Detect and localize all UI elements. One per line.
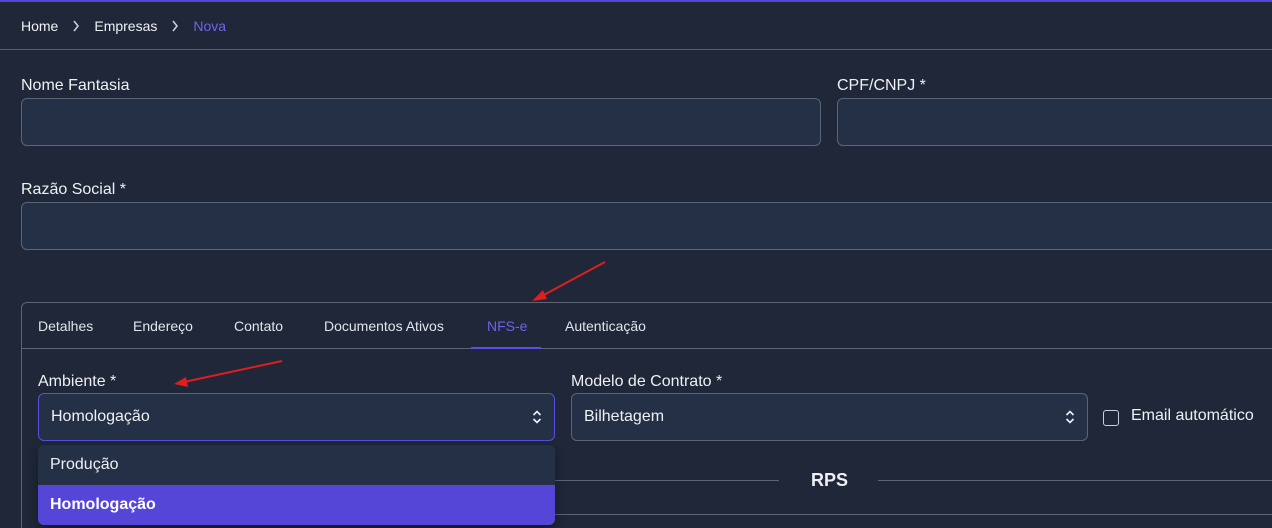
- rps-divider-right: [878, 480, 1272, 481]
- breadcrumb-empresas[interactable]: Empresas: [94, 18, 157, 34]
- chevron-up-down-icon: [532, 409, 542, 430]
- razao-social-label: Razão Social *: [21, 181, 126, 198]
- tab-endereco[interactable]: Endereço: [133, 303, 193, 349]
- breadcrumb-nova: Nova: [193, 17, 227, 34]
- chevron-right-icon: [72, 20, 80, 32]
- modelo-contrato-label: Modelo de Contrato *: [571, 373, 723, 390]
- tab-detalhes[interactable]: Detalhes: [38, 303, 93, 349]
- page: Home Empresas Nova Nome Fantasia CPF/CNP…: [0, 0, 1272, 528]
- email-automatico-label[interactable]: Email automático: [1131, 407, 1254, 425]
- active-tab-indicator: [471, 347, 541, 349]
- modelo-contrato-value: Bilhetagem: [584, 408, 665, 425]
- dropdown-option-producao[interactable]: Produção: [38, 445, 555, 485]
- nome-fantasia-input[interactable]: [21, 98, 821, 146]
- tab-nfse[interactable]: NFS-e: [487, 303, 527, 349]
- ambiente-value: Homologação: [51, 408, 150, 425]
- tab-contato[interactable]: Contato: [234, 303, 283, 349]
- ambiente-select[interactable]: Homologação: [38, 393, 555, 441]
- tab-bar: Detalhes Endereço Contato Documentos Ati…: [22, 303, 1272, 349]
- nome-fantasia-label: Nome Fantasia: [21, 77, 130, 94]
- annotation-arrow-nfse: [532, 261, 606, 301]
- chevron-right-icon: [171, 20, 179, 32]
- tab-documentos-ativos[interactable]: Documentos Ativos: [324, 303, 444, 349]
- rps-section-title: RPS: [811, 470, 849, 490]
- dropdown-option-homologacao[interactable]: Homologação: [38, 485, 555, 525]
- chevron-up-down-icon: [1065, 409, 1075, 430]
- cpf-cnpj-input[interactable]: [837, 98, 1272, 146]
- razao-social-input[interactable]: [21, 202, 1272, 250]
- breadcrumb: Home Empresas Nova: [0, 2, 1272, 50]
- cpf-cnpj-label: CPF/CNPJ *: [837, 77, 926, 94]
- ambiente-label: Ambiente *: [38, 373, 117, 390]
- ambiente-dropdown: Produção Homologação: [38, 445, 555, 525]
- email-automatico-checkbox[interactable]: [1103, 410, 1119, 426]
- modelo-contrato-select[interactable]: Bilhetagem: [571, 393, 1088, 441]
- breadcrumb-home[interactable]: Home: [21, 18, 58, 34]
- tab-autenticacao[interactable]: Autenticação: [565, 303, 646, 349]
